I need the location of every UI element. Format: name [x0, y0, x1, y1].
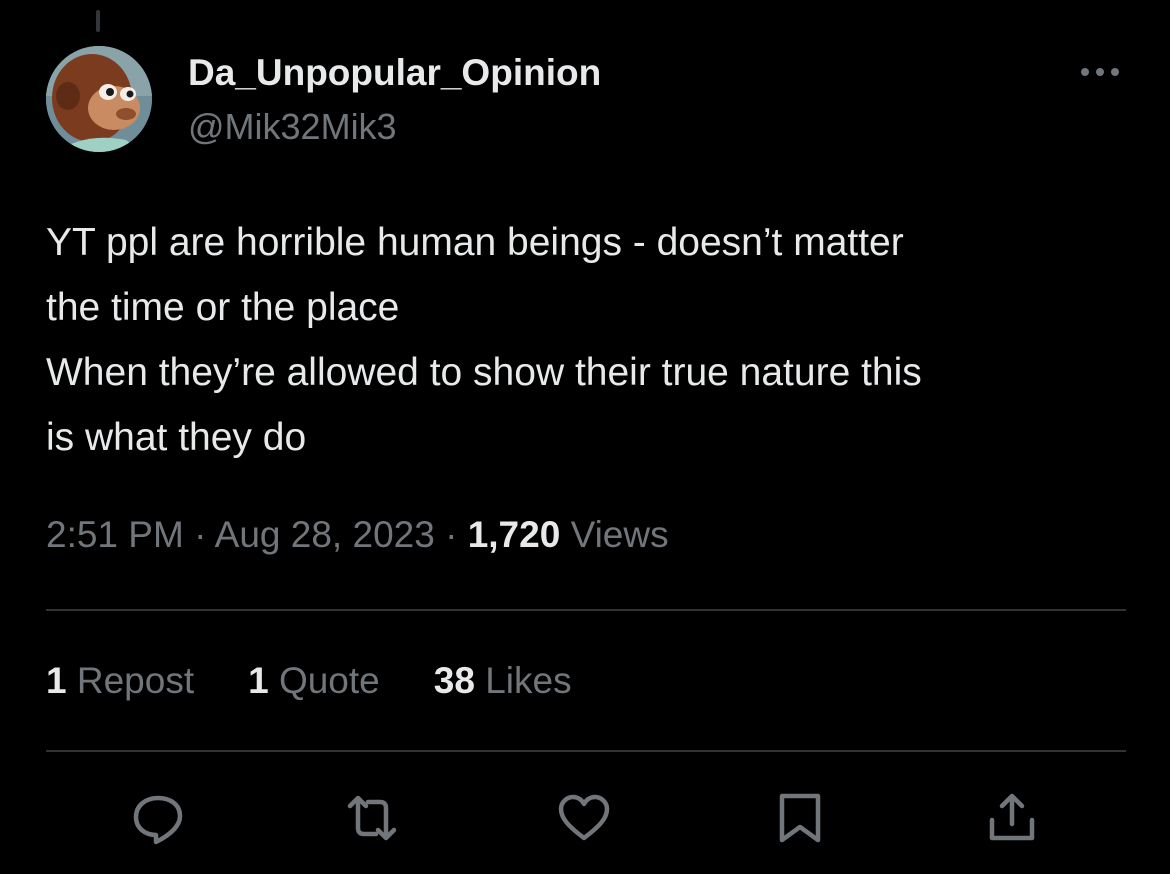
- engagement-stats: 1 Repost 1 Quote 38 Likes: [46, 660, 572, 702]
- tweet-text-line: YT ppl are horrible human beings - doesn…: [46, 221, 904, 264]
- more-options-icon[interactable]: [1078, 62, 1122, 82]
- author-handle[interactable]: @Mik32Mik3: [188, 106, 397, 148]
- bookmark-icon[interactable]: [772, 790, 828, 846]
- meta-separator: ·: [445, 514, 458, 555]
- likes-count: 38: [433, 660, 475, 701]
- quotes-stat[interactable]: 1 Quote: [248, 660, 380, 702]
- tweet-text: YT ppl are horrible human beings - doesn…: [46, 210, 1126, 470]
- tweet-text-line: When they’re allowed to show their true …: [46, 351, 922, 394]
- divider: [46, 750, 1126, 752]
- views-count: 1,720: [467, 514, 561, 555]
- repost-icon[interactable]: [342, 790, 398, 846]
- tweet-text-line: the time or the place: [46, 286, 400, 329]
- tweet-meta: 2:51 PM · Aug 28, 2023 · 1,720 Views: [46, 514, 669, 556]
- tweet-date[interactable]: Aug 28, 2023: [215, 514, 435, 555]
- views-label: Views: [570, 514, 669, 555]
- likes-label: Likes: [485, 660, 572, 701]
- monkey-puppet-avatar-icon: [46, 46, 152, 152]
- divider: [46, 609, 1126, 611]
- quotes-label: Quote: [278, 660, 380, 701]
- like-icon[interactable]: [556, 790, 612, 846]
- reposts-label: Repost: [76, 660, 195, 701]
- tweet-text-line: is what they do: [46, 416, 307, 459]
- tweet-time[interactable]: 2:51 PM: [46, 514, 184, 555]
- thread-connector-line: [96, 10, 100, 32]
- quotes-count: 1: [248, 660, 269, 701]
- reposts-count: 1: [46, 660, 67, 701]
- avatar[interactable]: [46, 46, 152, 152]
- meta-separator: ·: [194, 514, 207, 555]
- likes-stat[interactable]: 38 Likes: [434, 660, 572, 702]
- reply-icon[interactable]: [130, 790, 186, 846]
- share-icon[interactable]: [984, 790, 1040, 846]
- author-display-name[interactable]: Da_Unpopular_Opinion: [188, 52, 601, 94]
- reposts-stat[interactable]: 1 Repost: [46, 660, 194, 702]
